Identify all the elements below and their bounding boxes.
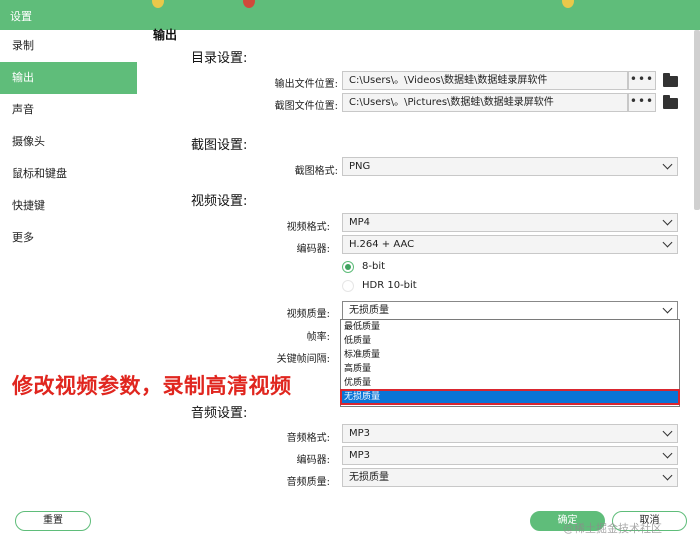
output-path-label: 输出文件位置:: [274, 79, 338, 90]
chevron-down-icon: [662, 448, 673, 459]
quality-option[interactable]: 最低质量: [341, 320, 679, 334]
chevron-down-icon: [662, 159, 673, 170]
scrollbar[interactable]: [694, 30, 700, 210]
screenshot-settings-title: 截图设置:: [191, 138, 248, 153]
screenshot-format-select[interactable]: PNG: [342, 157, 678, 176]
sidebar-item-camera[interactable]: 摄像头: [0, 126, 137, 158]
video-format-select[interactable]: MP4: [342, 213, 678, 232]
video-format-value: MP4: [349, 217, 371, 228]
directory-settings-title: 目录设置:: [191, 51, 248, 66]
chevron-down-icon: [662, 426, 673, 437]
sidebar-item-more[interactable]: 更多: [0, 222, 137, 254]
radio-8bit[interactable]: [342, 261, 354, 273]
video-quality-dropdown: 最低质量 低质量 标准质量 高质量 优质量 无损质量: [340, 319, 680, 407]
decoration-dot: [152, 0, 164, 8]
sidebar-item-hotkeys[interactable]: 快捷键: [0, 190, 137, 222]
audio-format-select[interactable]: MP3: [342, 424, 678, 443]
video-format-label: 视频格式:: [286, 222, 330, 233]
screenshot-path-field[interactable]: C:\Users\。\Pictures\数据蛙\数据蛙录屏软件: [342, 93, 628, 112]
audio-quality-value: 无损质量: [349, 472, 389, 483]
folder-icon[interactable]: [663, 73, 678, 87]
audio-format-label: 音频格式:: [286, 433, 330, 444]
annotation-text: 修改视频参数，录制高清视频: [12, 374, 292, 398]
screenshot-format-value: PNG: [349, 161, 371, 172]
video-encoder-value: H.264 + AAC: [349, 239, 415, 250]
sidebar-item-record[interactable]: 录制: [0, 30, 137, 62]
radio-8bit-label: 8-bit: [362, 261, 386, 272]
quality-option[interactable]: 低质量: [341, 334, 679, 348]
video-quality-value: 无损质量: [349, 305, 389, 316]
keyframe-interval-label: 关键帧间隔:: [276, 354, 330, 365]
chevron-down-icon: [662, 237, 673, 248]
screenshot-browse-button[interactable]: •••: [628, 93, 656, 112]
quality-option[interactable]: 标准质量: [341, 348, 679, 362]
video-quality-select[interactable]: 无损质量: [342, 301, 678, 320]
watermark: @稀土掘金技术社区: [563, 522, 662, 535]
radio-hdr10bit[interactable]: [342, 280, 354, 292]
section-header-output: 输出: [153, 28, 178, 42]
sidebar-item-output[interactable]: 输出: [0, 62, 137, 94]
video-encoder-label: 编码器:: [296, 244, 330, 255]
quality-option[interactable]: 优质量: [341, 376, 679, 390]
audio-encoder-label: 编码器:: [296, 455, 330, 466]
chevron-down-icon: [662, 470, 673, 481]
audio-settings-title: 音频设置:: [191, 406, 248, 421]
audio-format-value: MP3: [349, 428, 371, 439]
framerate-label: 帧率:: [306, 332, 330, 343]
decoration-dot: [243, 0, 255, 8]
sidebar: 录制 输出 声音 摄像头 鼠标和键盘 快捷键 更多: [0, 30, 137, 255]
reset-button[interactable]: 重置: [15, 511, 91, 531]
audio-quality-select[interactable]: 无损质量: [342, 468, 678, 487]
screenshot-path-label: 截图文件位置:: [274, 101, 338, 112]
chevron-down-icon: [662, 303, 673, 314]
audio-quality-label: 音频质量:: [286, 477, 330, 488]
decoration-dot: [562, 0, 574, 8]
radio-hdr10bit-label: HDR 10-bit: [362, 280, 417, 291]
video-settings-title: 视频设置:: [191, 194, 248, 209]
quality-option-selected[interactable]: 无损质量: [340, 389, 680, 405]
sidebar-item-audio[interactable]: 声音: [0, 94, 137, 126]
video-quality-label: 视频质量:: [286, 309, 330, 320]
audio-encoder-select[interactable]: MP3: [342, 446, 678, 465]
video-encoder-select[interactable]: H.264 + AAC: [342, 235, 678, 254]
screenshot-format-label: 截图格式:: [294, 166, 338, 177]
window-title: 设置: [10, 10, 32, 23]
output-path-field[interactable]: C:\Users\。\Videos\数据蛙\数据蛙录屏软件: [342, 71, 628, 90]
sidebar-item-mouse-keyboard[interactable]: 鼠标和键盘: [0, 158, 137, 190]
output-browse-button[interactable]: •••: [628, 71, 656, 90]
folder-icon[interactable]: [663, 95, 678, 109]
quality-option[interactable]: 高质量: [341, 362, 679, 376]
audio-encoder-value: MP3: [349, 450, 371, 461]
chevron-down-icon: [662, 215, 673, 226]
title-bar: 设置: [0, 0, 700, 30]
